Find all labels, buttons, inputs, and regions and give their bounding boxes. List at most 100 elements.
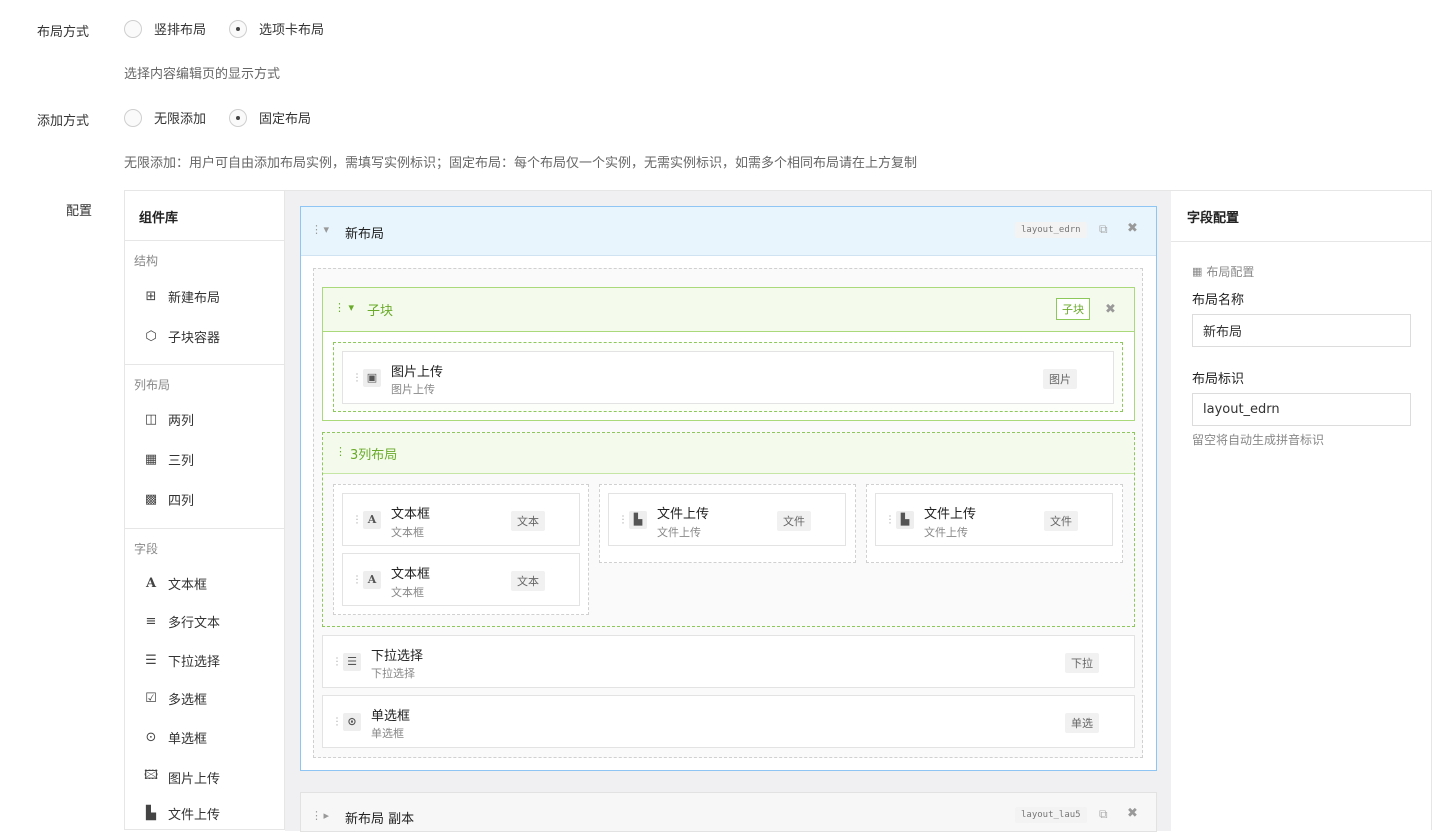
image-icon: ▣ bbox=[363, 368, 381, 387]
layout-card-copy[interactable]: ⋮ ▸ 新布局 副本 layout_lau5 ⧉ ✖ bbox=[300, 792, 1157, 832]
field-title: 单选框 bbox=[371, 709, 411, 724]
field-title: 文件上传 bbox=[924, 507, 977, 522]
radio-label: 竖排布局 bbox=[154, 23, 207, 38]
font-icon: A bbox=[363, 570, 381, 589]
layout-card[interactable]: ⋮ ▾ 新布局 layout_edrn ⧉ ✖ ⋮ ▾ 子块 子块 ✖ ⋮ ▣ … bbox=[300, 206, 1157, 771]
radio-tab-layout[interactable]: 选项卡布局 bbox=[229, 19, 324, 38]
file-icon: ▙ bbox=[629, 510, 647, 529]
close-icon[interactable]: ✖ bbox=[1127, 806, 1138, 821]
lib-item-label: 子块容器 bbox=[168, 331, 221, 346]
drag-handle-icon[interactable]: ⋮ bbox=[352, 372, 362, 383]
radio-label: 固定布局 bbox=[259, 112, 312, 127]
lib-item-radio[interactable]: ⊙ 单选框 bbox=[144, 728, 207, 747]
divider bbox=[124, 240, 284, 241]
lib-item-label: 两列 bbox=[168, 414, 195, 429]
lib-item-three-cols[interactable]: ▦ 三列 bbox=[144, 450, 194, 469]
lib-item-label: 文本框 bbox=[168, 578, 208, 593]
field-file-upload[interactable]: ⋮ ▙ 文件上传 文件上传 文件 bbox=[875, 493, 1113, 546]
lib-item-label: 单选框 bbox=[168, 732, 208, 747]
lib-item-label: 四列 bbox=[168, 494, 195, 509]
section-label: 布局配置 bbox=[1206, 265, 1255, 279]
radio-fixed-layout[interactable]: 固定布局 bbox=[229, 108, 311, 127]
subblock-badge: 子块 bbox=[1056, 298, 1090, 320]
divider bbox=[124, 528, 284, 529]
field-select[interactable]: ⋮ ☰ 下拉选择 下拉选择 下拉 bbox=[322, 635, 1135, 688]
layout-code-badge: layout_lau5 bbox=[1015, 807, 1087, 823]
subblock-container[interactable]: ⋮ ▾ 子块 子块 ✖ ⋮ ▣ 图片上传 图片上传 图片 bbox=[322, 287, 1135, 421]
field-type-badge: 文件 bbox=[1044, 511, 1078, 531]
font-icon: A bbox=[145, 576, 157, 591]
field-title: 文件上传 bbox=[657, 507, 710, 522]
lib-item-file-upload[interactable]: ▙ 文件上传 bbox=[144, 804, 220, 823]
align-left-icon: ≡ bbox=[145, 614, 157, 629]
lib-item-label: 文件上传 bbox=[168, 808, 221, 823]
section-title-fields: 字段 bbox=[134, 542, 159, 556]
lib-item-label: 多行文本 bbox=[168, 616, 221, 631]
lib-item-label: 图片上传 bbox=[168, 771, 221, 787]
plus-square-icon: ⊞ bbox=[145, 289, 157, 304]
field-title: 文本框 bbox=[391, 567, 431, 582]
three-col-layout[interactable]: ⋮ 3列布局 ⋮ A 文本框 文本框 文本 ⋮ A 文本框 文本框 文本 ⋮ ▙… bbox=[322, 432, 1135, 627]
drag-handle-icon[interactable]: ⋮ ▸ bbox=[311, 809, 329, 822]
lib-item-new-layout[interactable]: ⊞ 新建布局 bbox=[144, 287, 220, 306]
radio-unchecked-icon bbox=[124, 19, 142, 38]
radio-checked-icon bbox=[229, 108, 247, 127]
radio-label: 选项卡布局 bbox=[259, 23, 325, 38]
field-title: 文本框 bbox=[391, 507, 431, 522]
drag-handle-icon[interactable]: ⋮ bbox=[885, 514, 895, 525]
lib-item-subblock[interactable]: ⬡ 子块容器 bbox=[144, 327, 220, 346]
config-label: 配置 bbox=[66, 204, 93, 219]
drag-handle-icon[interactable]: ⋮ ▾ bbox=[334, 301, 354, 314]
lib-item-textbox[interactable]: A 文本框 bbox=[144, 574, 207, 593]
section-title-columns: 列布局 bbox=[134, 378, 171, 392]
layout-title: 新布局 副本 bbox=[345, 812, 415, 827]
field-type-badge: 图片 bbox=[1043, 369, 1077, 389]
drag-handle-icon[interactable]: ⋮ bbox=[335, 445, 346, 458]
close-icon[interactable]: ✖ bbox=[1127, 221, 1138, 236]
lib-item-two-cols[interactable]: ◫ 两列 bbox=[144, 410, 194, 429]
image-icon: 🖾 bbox=[144, 768, 159, 783]
drag-handle-icon[interactable]: ⋮ bbox=[352, 514, 362, 525]
copy-icon[interactable]: ⧉ bbox=[1099, 222, 1108, 237]
copy-icon[interactable]: ⧉ bbox=[1099, 807, 1108, 822]
field-subtitle: 文本框 bbox=[391, 586, 424, 599]
close-icon[interactable]: ✖ bbox=[1105, 302, 1116, 317]
radio-vertical-layout[interactable]: 竖排布局 bbox=[124, 19, 206, 38]
field-subtitle: 单选框 bbox=[371, 727, 404, 740]
drag-handle-icon[interactable]: ⋮ ▾ bbox=[311, 223, 329, 236]
field-type-badge: 文本 bbox=[511, 511, 545, 531]
layout-name-label: 布局名称 bbox=[1192, 293, 1245, 308]
lib-item-checkbox[interactable]: ☑ 多选框 bbox=[144, 689, 207, 708]
layout-header: ⋮ ▾ 新布局 layout_edrn ⧉ ✖ bbox=[301, 207, 1156, 256]
radio-unlimited-add[interactable]: 无限添加 bbox=[124, 108, 206, 127]
field-textbox[interactable]: ⋮ A 文本框 文本框 文本 bbox=[342, 493, 580, 546]
drag-handle-icon[interactable]: ⋮ bbox=[618, 514, 628, 525]
layout-title: 新布局 bbox=[345, 227, 385, 242]
field-type-badge: 文件 bbox=[777, 511, 811, 531]
lib-item-textarea[interactable]: ≡ 多行文本 bbox=[144, 612, 220, 631]
field-radio[interactable]: ⋮ ⊙ 单选框 单选框 单选 bbox=[322, 695, 1135, 748]
field-image-upload[interactable]: ⋮ ▣ 图片上传 图片上传 图片 bbox=[342, 351, 1114, 404]
lib-item-image-upload[interactable]: 🖾 图片上传 bbox=[144, 766, 220, 788]
layout-mode-label: 布局方式 bbox=[37, 25, 90, 40]
add-mode-hint: 无限添加：用户可自由添加布局实例，需填写实例标识；固定布局：每个布局仅一个实例，… bbox=[124, 156, 918, 171]
layout-name-input[interactable]: 新布局 bbox=[1192, 314, 1411, 347]
field-file-upload[interactable]: ⋮ ▙ 文件上传 文件上传 文件 bbox=[608, 493, 846, 546]
layout-code-badge: layout_edrn bbox=[1015, 222, 1087, 238]
divider bbox=[1171, 241, 1431, 242]
field-title: 下拉选择 bbox=[371, 649, 424, 664]
lib-item-select[interactable]: ☰ 下拉选择 bbox=[144, 651, 220, 670]
field-textbox[interactable]: ⋮ A 文本框 文本框 文本 bbox=[342, 553, 580, 606]
file-icon: ▙ bbox=[896, 510, 914, 529]
subblock-title: 子块 bbox=[367, 304, 394, 319]
layout-config-section: ▦ 布局配置 bbox=[1192, 263, 1254, 280]
drag-handle-icon[interactable]: ⋮ bbox=[332, 716, 342, 727]
drag-handle-icon[interactable]: ⋮ bbox=[332, 656, 342, 667]
design-canvas: ⋮ ▾ 新布局 layout_edrn ⧉ ✖ ⋮ ▾ 子块 子块 ✖ ⋮ ▣ … bbox=[285, 191, 1171, 832]
subblock-header: ⋮ ▾ 子块 子块 ✖ bbox=[323, 288, 1134, 332]
field-config-panel: 字段配置 ▦ 布局配置 布局名称 新布局 布局标识 layout_edrn 留空将… bbox=[1171, 191, 1431, 831]
lib-item-four-cols[interactable]: ▩ 四列 bbox=[144, 490, 194, 509]
layout-id-input[interactable]: layout_edrn bbox=[1192, 393, 1411, 426]
grid-icon: ▦ bbox=[1192, 265, 1203, 278]
drag-handle-icon[interactable]: ⋮ bbox=[352, 574, 362, 585]
